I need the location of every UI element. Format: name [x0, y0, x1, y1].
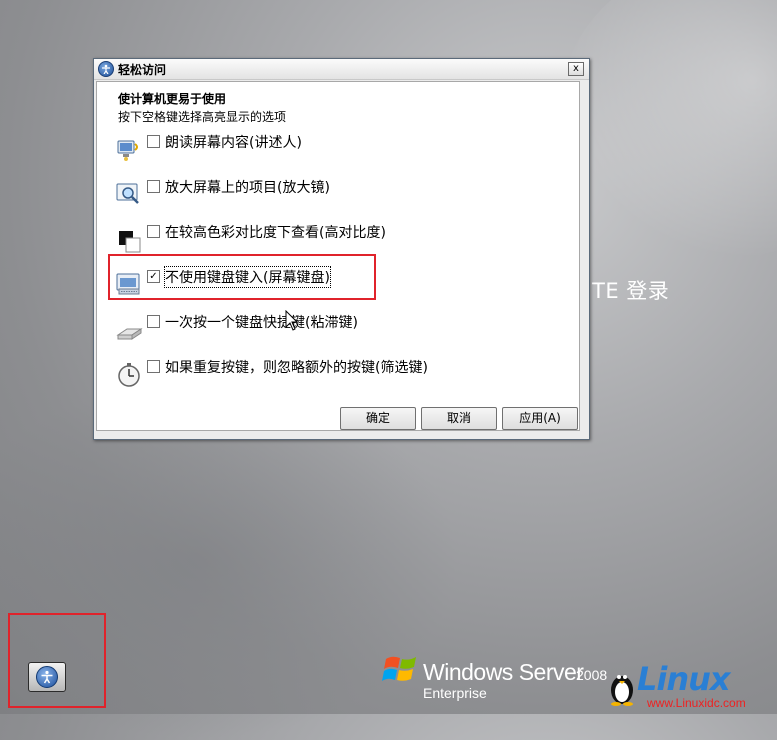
checkbox-high-contrast[interactable] [147, 225, 160, 238]
login-text: TE 登录 [592, 279, 670, 303]
option-filter-keys[interactable]: 如果重复按键，则忽略额外的按键(筛选键) [115, 355, 555, 395]
product-name: Windows Server [423, 659, 584, 685]
option-label[interactable]: 如果重复按键，则忽略额外的按键(筛选键) [165, 357, 428, 377]
sticky-keys-icon [115, 315, 143, 343]
filter-keys-icon [115, 360, 143, 388]
dialog-heading: 使计算机更易于使用 [118, 92, 227, 106]
watermark-site: www.Linuxidc.com [647, 696, 746, 710]
narrator-icon [115, 135, 143, 163]
option-label[interactable]: 在较高色彩对比度下查看(高对比度) [165, 222, 386, 242]
checkbox-narrator[interactable] [147, 135, 160, 148]
mouse-cursor-icon [285, 309, 299, 332]
cancel-button[interactable]: 取消 [421, 407, 497, 430]
option-magnifier[interactable]: 放大屏幕上的项目(放大镜) [115, 175, 555, 215]
watermark: Linux www.Linuxidc.com [605, 660, 777, 714]
option-sticky-keys[interactable]: 一次按一个键盘快捷键(粘滞键) [115, 310, 555, 350]
dialog-title: 轻松访问 [118, 62, 167, 77]
high-contrast-icon [115, 225, 143, 253]
highlight-box-ease-button [8, 613, 106, 708]
ease-of-access-dialog: 轻松访问 x 使计算机更易于使用 按下空格键选择高亮显示的选项 朗读屏幕内容(讲… [93, 58, 590, 440]
checkbox-filter-keys[interactable] [147, 360, 160, 373]
magnifier-icon [115, 180, 143, 208]
ok-button[interactable]: 确定 [340, 407, 416, 430]
option-narrator[interactable]: 朗读屏幕内容(讲述人) [115, 130, 555, 170]
dialog-titlebar[interactable]: 轻松访问 x [94, 59, 589, 80]
highlight-box-keyboard [108, 254, 376, 300]
ease-of-access-button[interactable] [28, 662, 66, 692]
dialog-subheading: 按下空格键选择高亮显示的选项 [118, 110, 287, 124]
ease-of-access-icon [36, 666, 58, 688]
watermark-brand: Linux [637, 660, 731, 698]
penguin-icon [609, 666, 635, 710]
option-label[interactable]: 放大屏幕上的项目(放大镜) [165, 177, 330, 197]
close-button[interactable]: x [568, 62, 584, 76]
product-year: 2008 [576, 667, 608, 683]
checkbox-sticky-keys[interactable] [147, 315, 160, 328]
apply-button[interactable]: 应用(A) [502, 407, 578, 430]
checkbox-magnifier[interactable] [147, 180, 160, 193]
ease-of-access-icon [98, 61, 114, 77]
option-label[interactable]: 一次按一个键盘快捷键(粘滞键) [165, 312, 358, 332]
product-edition: Enterprise [423, 685, 487, 701]
option-label[interactable]: 朗读屏幕内容(讲述人) [165, 132, 302, 152]
